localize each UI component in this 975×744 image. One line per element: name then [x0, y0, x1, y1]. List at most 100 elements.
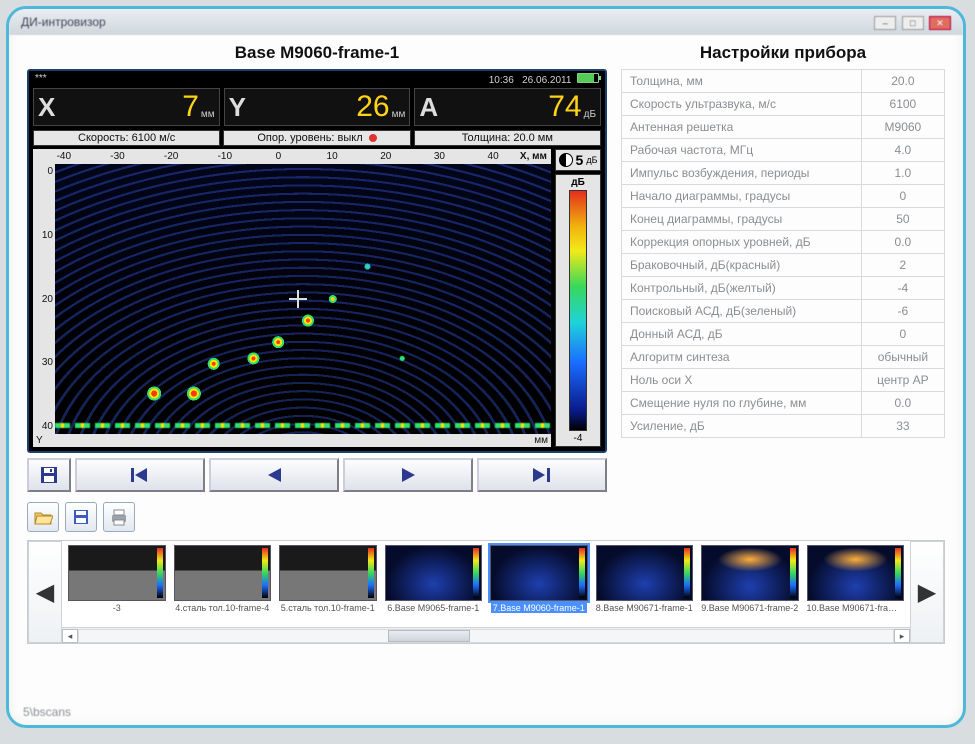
last-button[interactable]: [477, 458, 607, 492]
scroll-thumb[interactable]: [388, 630, 469, 642]
thumbnail[interactable]: -3: [68, 545, 166, 613]
filmstrip-scrollbar[interactable]: ◂ ▸: [62, 627, 910, 643]
settings-value: 2: [861, 254, 944, 277]
scroll-track[interactable]: [78, 629, 894, 643]
bscan-image[interactable]: [55, 164, 551, 434]
close-button[interactable]: ✕: [929, 16, 951, 30]
param-thickness: Толщина: 20.0 мм: [414, 130, 601, 146]
settings-row: Импульс возбуждения, периоды1.0: [622, 162, 945, 185]
settings-row: Донный АСД, дБ0: [622, 323, 945, 346]
settings-key: Толщина, мм: [622, 70, 862, 93]
status-dots: ***: [35, 73, 47, 86]
scan-title: Base M9060-frame-1: [27, 39, 607, 69]
scroll-left-button[interactable]: ◂: [62, 629, 78, 643]
first-button[interactable]: [75, 458, 205, 492]
settings-key: Начало диаграммы, градусы: [622, 185, 862, 208]
thumbnail-image: [279, 545, 377, 601]
colorbar-gradient: [569, 190, 587, 431]
status-time: 10:36: [489, 75, 514, 86]
print-button[interactable]: [103, 502, 135, 532]
printer-icon: [109, 508, 129, 526]
filmstrip-prev-button[interactable]: ◀: [28, 541, 62, 643]
settings-value: 4.0: [861, 139, 944, 162]
thumbnail-label: 4.сталь тол.10-frame-4: [175, 603, 269, 613]
prev-button[interactable]: [209, 458, 339, 492]
readout-y: Y 26 мм: [224, 88, 411, 126]
settings-row: Толщина, мм20.0: [622, 70, 945, 93]
window-title: ДИ-интровизор: [21, 15, 106, 29]
filmstrip: ◀ -3 4.сталь тол.10-frame-4 5.сталь тол.10…: [27, 540, 945, 644]
settings-value: 6100: [861, 93, 944, 116]
settings-key: Браковочный, дБ(красный): [622, 254, 862, 277]
thumbnail-image: [596, 545, 694, 601]
settings-row: Смещение нуля по глубине, мм0.0: [622, 392, 945, 415]
settings-key: Рабочая частота, МГц: [622, 139, 862, 162]
play-icon: [399, 466, 417, 484]
instrument-screen: *** 10:36 26.06.2011 X 7 мм: [27, 69, 607, 453]
thumbnail[interactable]: 7.Base M9060-frame-1: [490, 545, 588, 613]
settings-row: Скорость ультразвука, м/с6100: [622, 93, 945, 116]
save-button[interactable]: [27, 458, 71, 492]
y-axis-label: Y мм: [33, 434, 551, 447]
settings-value: центр АР: [861, 369, 944, 392]
readout-a: A 74 дБ: [414, 88, 601, 126]
y-axis: 0 10 20 30 40: [33, 164, 55, 434]
param-ref: Опор. уровень: выкл: [223, 130, 410, 146]
thumbnail-label: -3: [113, 603, 121, 613]
thumbnail-label: 8.Base M90671-frame-1: [596, 603, 693, 613]
thumbnail-image: [807, 545, 905, 601]
thumbnail-label: 9.Base M90671-frame-2: [701, 603, 798, 613]
contrast-readout: 5дБ: [555, 149, 601, 171]
battery-icon: [577, 73, 599, 83]
thumbnail-image: [174, 545, 272, 601]
thumbnail[interactable]: 4.сталь тол.10-frame-4: [174, 545, 272, 613]
settings-key: Антенная решетка: [622, 116, 862, 139]
ref-slider-dot: [369, 134, 377, 142]
settings-row: Конец диаграммы, градусы50: [622, 208, 945, 231]
open-button[interactable]: [27, 502, 59, 532]
settings-row: Усиление, дБ33: [622, 415, 945, 438]
settings-value: 0.0: [861, 231, 944, 254]
play-button[interactable]: [343, 458, 473, 492]
floppy-icon: [39, 465, 59, 485]
scroll-right-button[interactable]: ▸: [894, 629, 910, 643]
settings-row: Коррекция опорных уровней, дБ0.0: [622, 231, 945, 254]
skip-start-icon: [129, 466, 151, 484]
settings-row: Рабочая частота, МГц4.0: [622, 139, 945, 162]
maximize-button[interactable]: □: [902, 16, 924, 30]
settings-key: Донный АСД, дБ: [622, 323, 862, 346]
thumbnail[interactable]: 9.Base M90671-frame-2: [701, 545, 799, 613]
minimize-button[interactable]: –: [874, 16, 896, 30]
settings-key: Импульс возбуждения, периоды: [622, 162, 862, 185]
settings-key: Скорость ультразвука, м/с: [622, 93, 862, 116]
settings-row: Начало диаграммы, градусы0: [622, 185, 945, 208]
thumbnail[interactable]: 5.сталь тол.10-frame-1: [279, 545, 377, 613]
settings-value: M9060: [861, 116, 944, 139]
thumbnail[interactable]: 8.Base M90671-frame-1: [596, 545, 694, 613]
settings-key: Алгоритм синтеза: [622, 346, 862, 369]
thumbnail[interactable]: 10.Base M90671-fram…: [807, 545, 905, 613]
settings-key: Поисковый АСД, дБ(зеленый): [622, 300, 862, 323]
settings-key: Ноль оси X: [622, 369, 862, 392]
save-file-button[interactable]: [65, 502, 97, 532]
settings-key: Усиление, дБ: [622, 415, 862, 438]
settings-value: 0: [861, 323, 944, 346]
status-date: 26.06.2011: [522, 75, 571, 86]
playback-controls: [27, 458, 607, 492]
thumbnail[interactable]: 6.Base M9065-frame-1: [385, 545, 483, 613]
filmstrip-next-button[interactable]: ▶: [910, 541, 944, 643]
settings-value: 20.0: [861, 70, 944, 93]
settings-row: Поисковый АСД, дБ(зеленый)-6: [622, 300, 945, 323]
settings-value: 50: [861, 208, 944, 231]
settings-key: Конец диаграммы, градусы: [622, 208, 862, 231]
settings-value: 33: [861, 415, 944, 438]
settings-value: -4: [861, 277, 944, 300]
play-back-icon: [265, 466, 283, 484]
settings-value: -6: [861, 300, 944, 323]
colorbar: дБ -4: [555, 174, 601, 447]
window-titlebar: ДИ-интровизор – □ ✕: [9, 9, 963, 35]
settings-key: Смещение нуля по глубине, мм: [622, 392, 862, 415]
thumbnail-image: [490, 545, 588, 601]
file-toolbar: [27, 502, 945, 532]
crosshair-icon: [289, 290, 307, 308]
